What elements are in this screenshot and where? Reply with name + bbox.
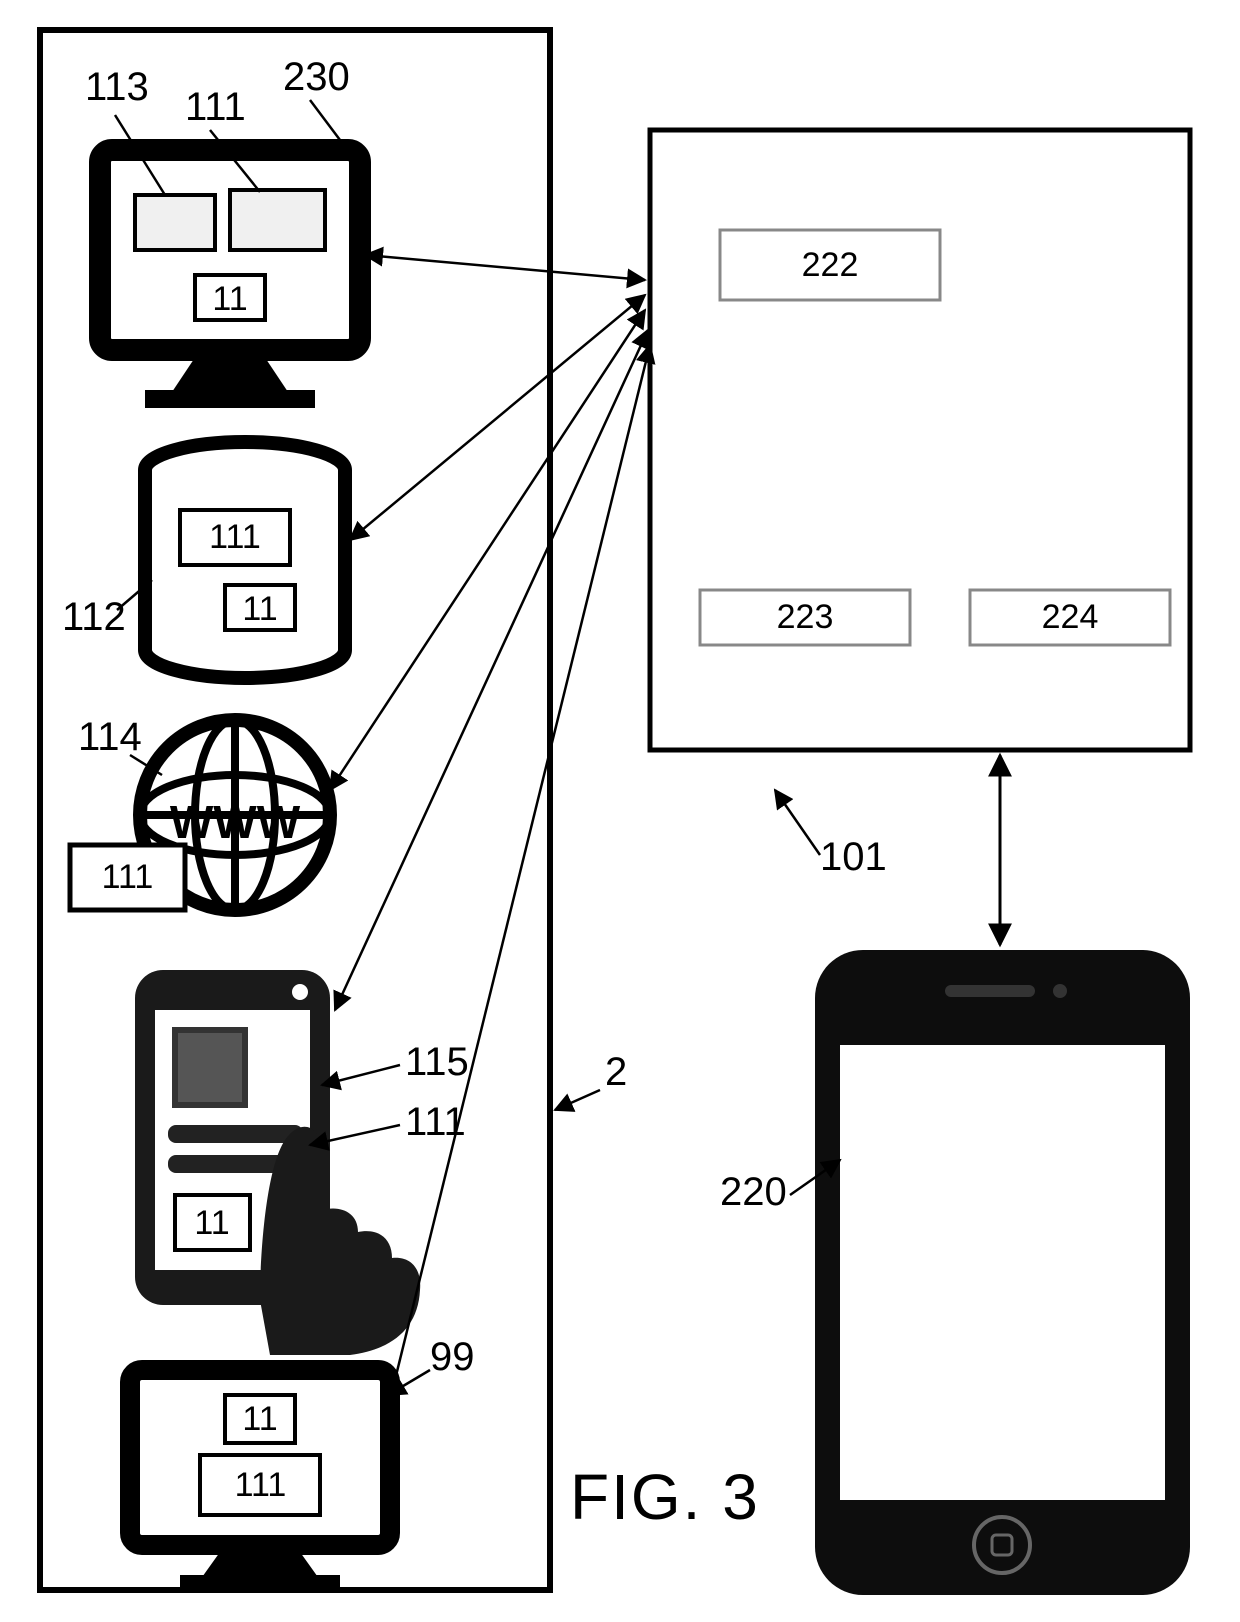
figure-caption: FIG. 3 (570, 1460, 760, 1534)
ref-230: 230 (283, 55, 350, 100)
ref-111-top: 111 (185, 85, 246, 130)
label-222: 222 (720, 246, 940, 285)
label-monitor2-111: 111 (218, 1466, 303, 1505)
ref-114: 114 (78, 715, 142, 760)
ref-101: 101 (820, 835, 887, 880)
label-www-111: 111 (85, 858, 170, 897)
www-text: WWW (170, 796, 301, 848)
ref-113: 113 (85, 65, 149, 110)
label-db-111: 111 (195, 518, 275, 557)
label-monitor1-11: 11 (205, 280, 255, 319)
smartphone-220-icon (815, 950, 1190, 1595)
label-223: 223 (700, 598, 910, 637)
ref-112: 112 (62, 595, 126, 640)
label-phone-11: 11 (183, 1204, 241, 1243)
label-224: 224 (970, 598, 1170, 637)
diagram-svg: WWW (0, 0, 1240, 1622)
ref-220: 220 (720, 1170, 787, 1215)
computer-icon (100, 150, 360, 408)
mobile-app-icon (135, 970, 420, 1355)
ref-111-mid: 111 (405, 1100, 466, 1145)
ref-2: 2 (605, 1050, 627, 1095)
diagram-stage: WWW (0, 0, 1240, 1622)
label-db-11: 11 (235, 590, 285, 629)
label-monitor2-11: 11 (235, 1400, 285, 1439)
database-icon (145, 442, 345, 678)
server-block (650, 130, 1190, 750)
ref-115: 115 (405, 1040, 469, 1085)
ref-99: 99 (430, 1335, 475, 1380)
